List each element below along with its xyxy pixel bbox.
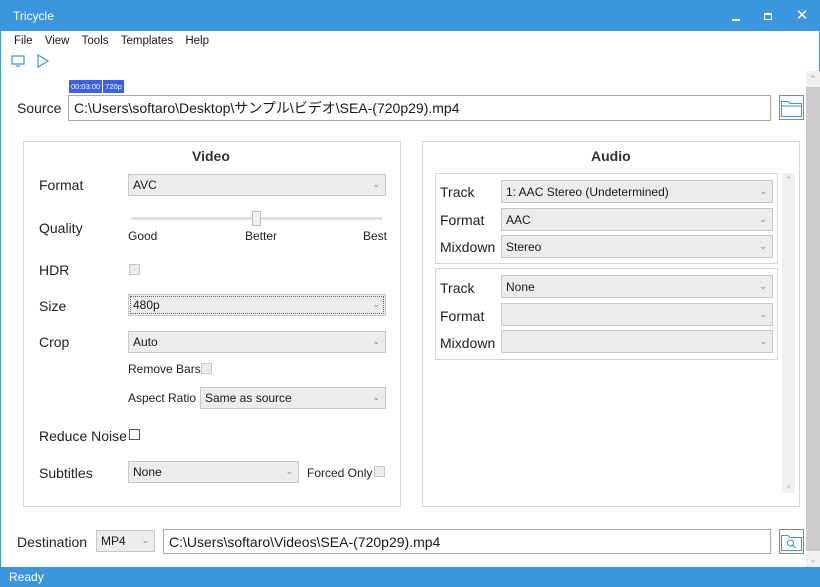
chevron-down-icon: ⌄	[759, 185, 767, 196]
scroll-down-icon[interactable]: ⌄	[806, 551, 820, 567]
audio-format-label: Format	[440, 212, 485, 228]
close-icon: ✕	[795, 7, 809, 24]
preview-button[interactable]	[11, 54, 27, 70]
reduce-noise-checkbox[interactable]	[129, 429, 140, 440]
audio-format-dropdown[interactable]: AAC ⌄	[501, 208, 773, 231]
format-label: Format	[39, 177, 84, 193]
chevron-down-icon: ⌄	[372, 178, 380, 189]
hdr-label: HDR	[39, 262, 70, 278]
aspect-ratio-value: Same as source	[205, 391, 292, 405]
scroll-up-icon[interactable]: ⌃	[782, 175, 795, 186]
remove-bars-checkbox[interactable]	[201, 363, 212, 374]
forced-only-checkbox[interactable]	[374, 466, 385, 477]
chevron-down-icon: ⌄	[759, 240, 767, 251]
video-group-title: Video	[192, 148, 230, 164]
container-dropdown[interactable]: MP4 ⌄	[96, 530, 155, 552]
scroll-up-icon[interactable]: ⌃	[806, 71, 820, 87]
chevron-down-icon: ⌄	[285, 465, 293, 476]
size-value: 480p	[133, 298, 160, 312]
audio-group-title: Audio	[591, 148, 631, 164]
size-label: Size	[39, 298, 67, 314]
forced-only-label: Forced Only	[307, 466, 373, 480]
minimize-icon	[732, 18, 740, 21]
chevron-down-icon: ⌄	[372, 391, 380, 402]
maximize-icon	[764, 13, 772, 21]
quality-tick-good: Good	[128, 229, 158, 243]
menu-view[interactable]: View	[45, 35, 70, 47]
quality-tick-best: Best	[363, 229, 388, 243]
chevron-down-icon: ⌄	[759, 335, 767, 346]
destination-path-input[interactable]: C:\Users\softaro\Videos\SEA-(720p29).mp4	[163, 529, 771, 554]
chevron-down-icon: ⌄	[759, 280, 767, 291]
folder-search-icon	[780, 534, 803, 552]
destination-label: Destination	[17, 534, 88, 550]
chevron-down-icon: ⌄	[372, 298, 380, 309]
aspect-ratio-dropdown[interactable]: Same as source ⌄	[200, 387, 386, 409]
crop-value: Auto	[133, 335, 158, 349]
source-path-input[interactable]: C:\Users\softaro\Desktop\サンプル\ビデオ\SEA-(7…	[68, 95, 771, 121]
aspect-ratio-label: Aspect Ratio	[128, 391, 197, 405]
audio-mixdown-value: Stereo	[506, 239, 542, 254]
menu-tools[interactable]: Tools	[82, 35, 109, 47]
source-info-badges: 00:03:00 720p	[69, 76, 125, 93]
crop-dropdown[interactable]: Auto ⌄	[128, 331, 386, 353]
title-bar: Tricycle ✕	[1, 1, 820, 31]
quality-slider-thumb[interactable]	[252, 211, 261, 226]
audio-track-label: Track	[440, 184, 475, 200]
audio-mixdown-dropdown[interactable]: Stereo ⌄	[501, 235, 773, 258]
browse-destination-button[interactable]	[779, 529, 804, 554]
monitor-icon	[11, 55, 25, 67]
quality-label: Quality	[39, 220, 83, 236]
maximize-button[interactable]	[751, 1, 785, 31]
audio-format-label: Format	[440, 308, 485, 324]
audio-track-dropdown[interactable]: None ⌄	[501, 275, 773, 298]
menu-help[interactable]: Help	[185, 35, 209, 47]
status-bar: Ready	[1, 567, 820, 587]
audio-mixdown-label: Mixdown	[440, 239, 496, 255]
close-button[interactable]: ✕	[785, 1, 819, 31]
video-format-value: AVC	[133, 178, 157, 192]
container-value: MP4	[101, 534, 126, 548]
source-label: Source	[17, 100, 62, 116]
main-scrollbar[interactable]: ⌃ ⌄	[806, 71, 820, 567]
video-format-dropdown[interactable]: AVC ⌄	[128, 174, 386, 196]
subtitles-value: None	[133, 465, 162, 479]
menu-bar: File View Tools Templates Help	[9, 35, 213, 49]
audio-mixdown-label: Mixdown	[440, 335, 496, 351]
quality-tick-better: Better	[245, 229, 278, 243]
audio-track-value: 1: AAC Stereo (Undetermined)	[506, 184, 669, 199]
status-text: Ready	[9, 570, 44, 584]
hdr-checkbox[interactable]	[129, 264, 140, 275]
reduce-noise-label: Reduce Noise	[39, 428, 127, 444]
chevron-down-icon: ⌄	[141, 534, 149, 545]
play-icon	[37, 53, 50, 69]
chevron-down-icon: ⌄	[759, 308, 767, 319]
browse-source-button[interactable]	[779, 95, 804, 120]
audio-track-label: Track	[440, 280, 475, 296]
subtitles-label: Subtitles	[39, 465, 93, 481]
audio-format-dropdown[interactable]: ⌄	[501, 303, 773, 326]
subtitles-dropdown[interactable]: None ⌄	[128, 461, 299, 483]
chevron-down-icon: ⌄	[759, 213, 767, 224]
remove-bars-label: Remove Bars	[128, 362, 201, 376]
folder-icon	[780, 100, 803, 118]
minimize-button[interactable]	[719, 1, 753, 31]
audio-format-value: AAC	[506, 212, 531, 227]
crop-label: Crop	[39, 334, 70, 350]
window-title: Tricycle	[13, 9, 54, 23]
audio-track-dropdown[interactable]: 1: AAC Stereo (Undetermined) ⌄	[501, 180, 773, 203]
audio-scrollbar[interactable]: ⌃ ⌄	[782, 173, 795, 493]
audio-track-value: None	[506, 279, 535, 294]
encode-button[interactable]	[36, 53, 52, 70]
scroll-down-icon[interactable]: ⌄	[782, 480, 795, 491]
duration-badge: 00:03:00	[69, 80, 103, 93]
resolution-badge: 720p	[103, 80, 124, 93]
chevron-down-icon: ⌄	[372, 335, 380, 346]
size-dropdown[interactable]: 480p ⌄	[128, 294, 386, 316]
audio-mixdown-dropdown[interactable]: ⌄	[501, 330, 773, 353]
app-window: Tricycle ✕ File View Tools Templates Hel…	[0, 0, 820, 587]
menu-file[interactable]: File	[14, 35, 33, 47]
menu-templates[interactable]: Templates	[121, 35, 173, 47]
